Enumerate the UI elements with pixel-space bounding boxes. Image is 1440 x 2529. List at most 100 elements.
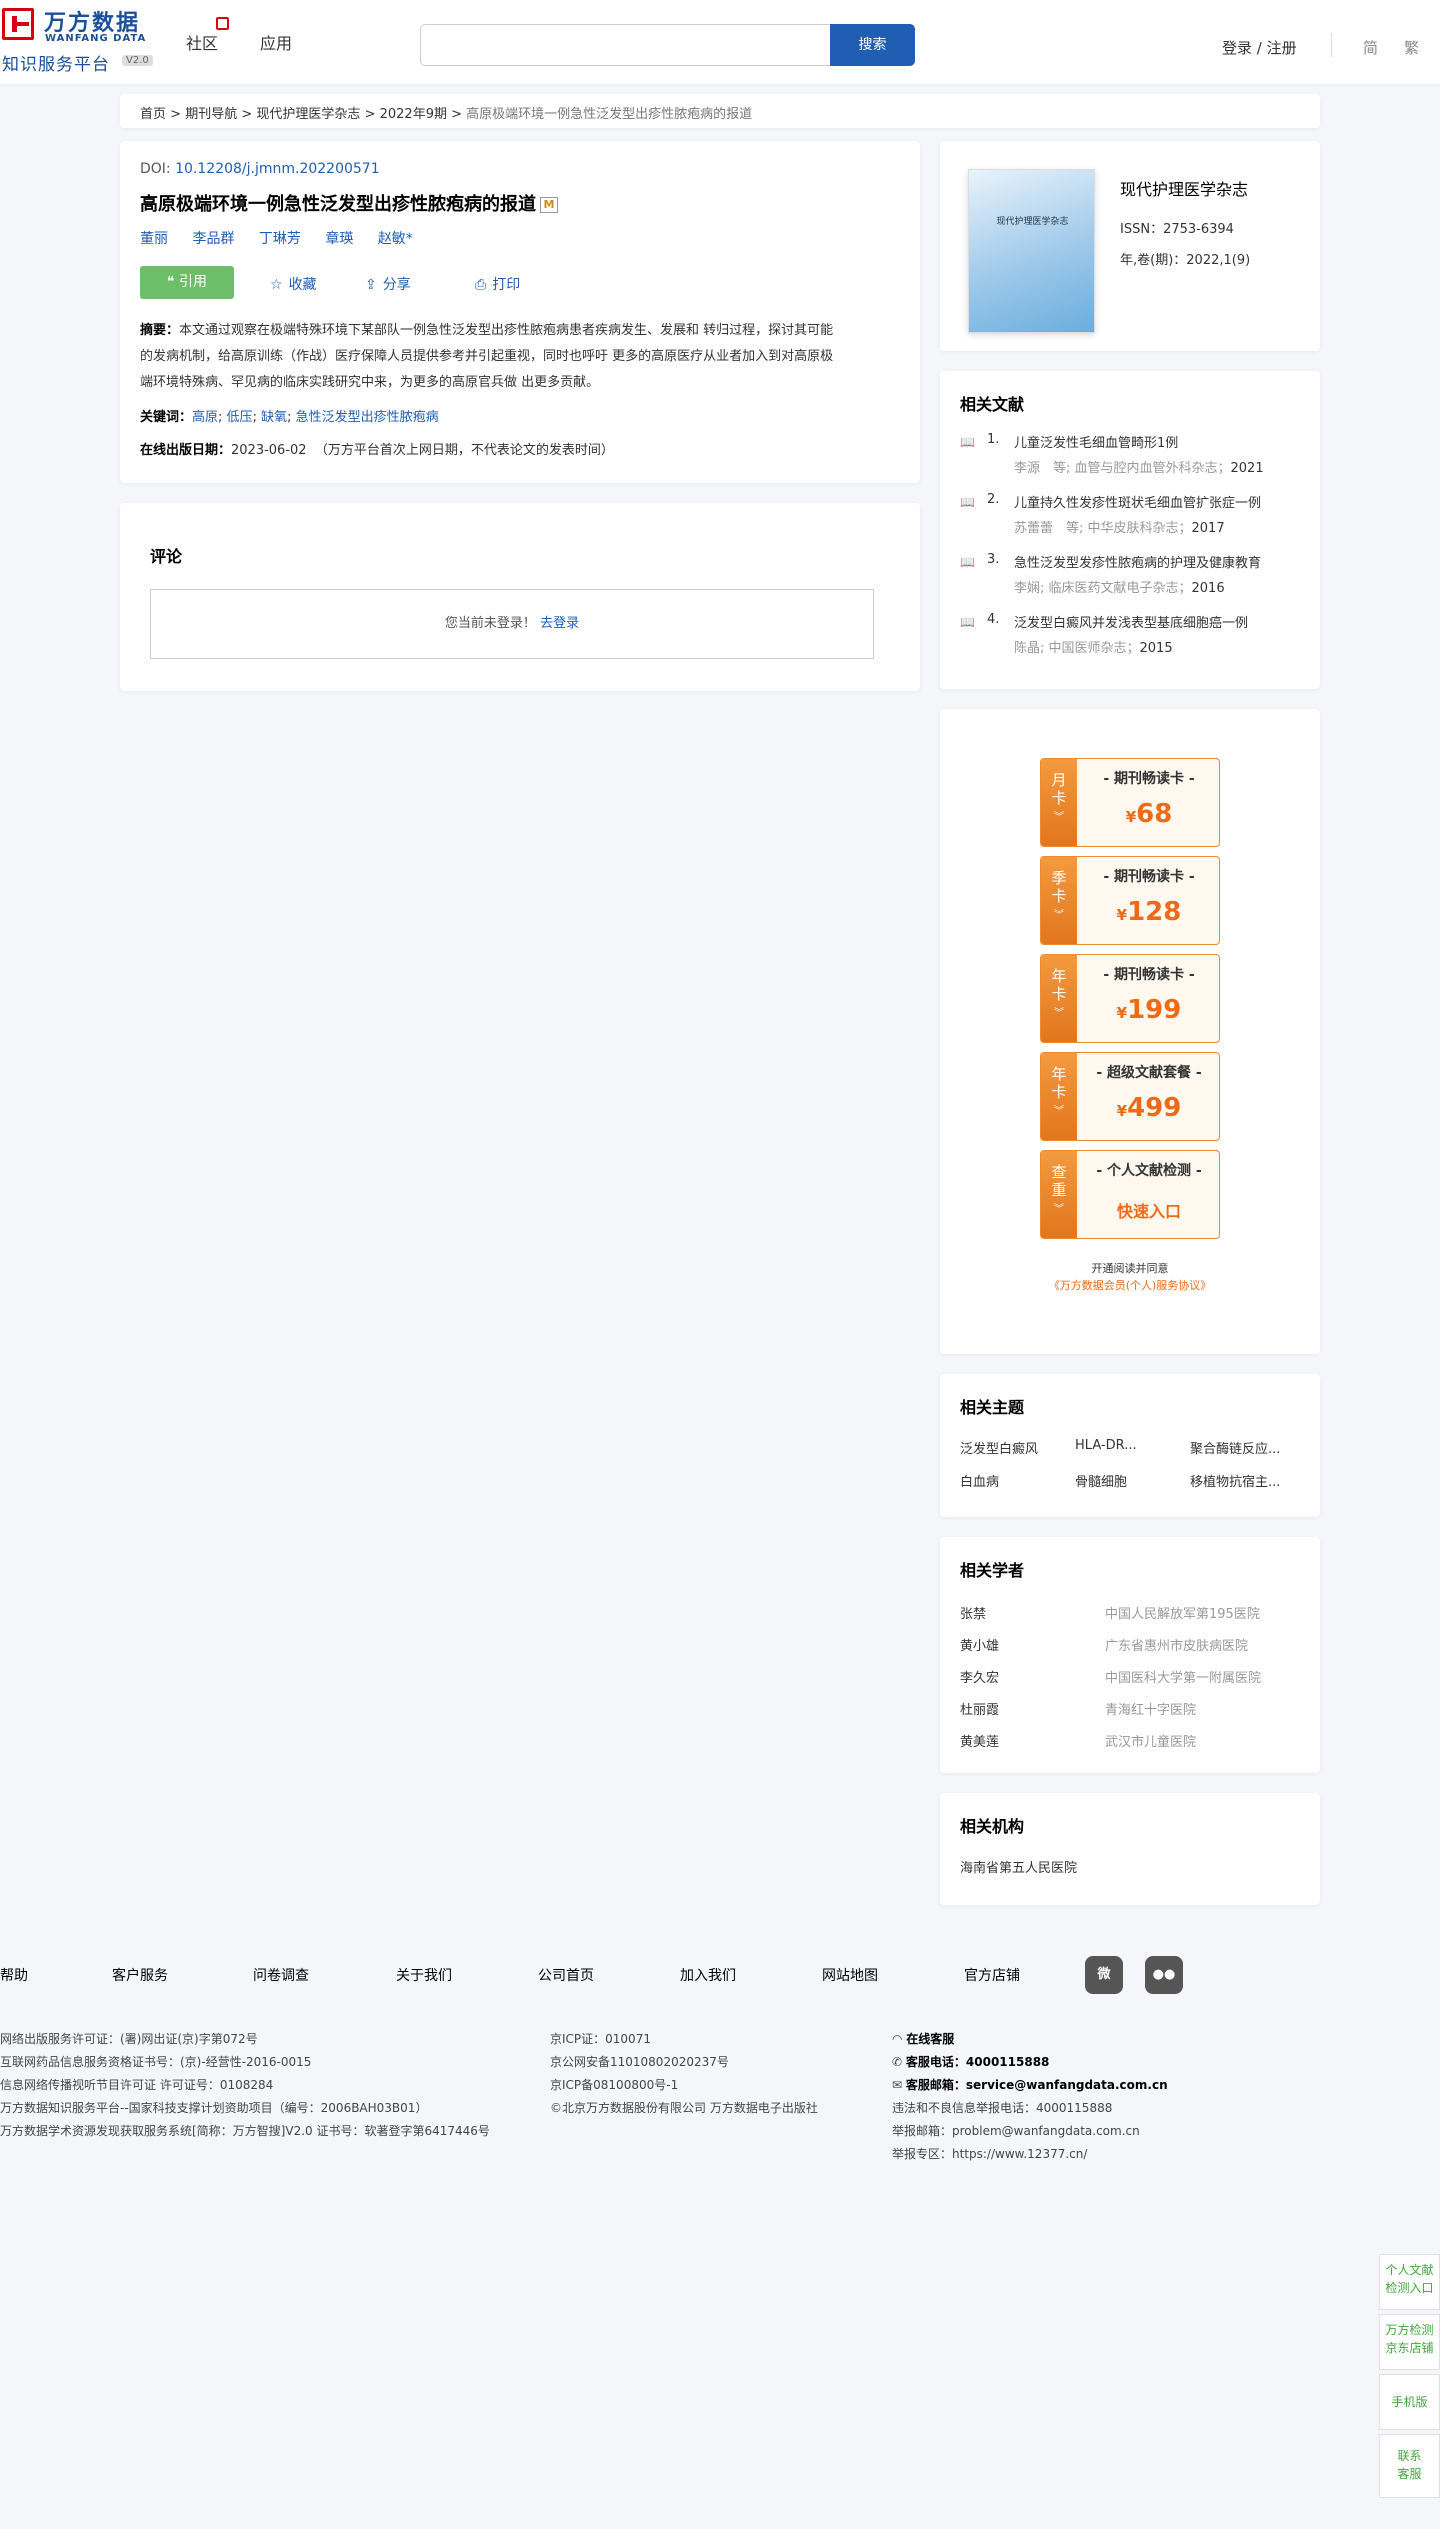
search-input[interactable] <box>420 24 830 66</box>
journal-issn: ISSN：2753-6394 <box>1120 222 1234 237</box>
footer-link-join[interactable]: 加入我们 <box>680 1965 736 1985</box>
footer-link-service[interactable]: 客户服务 <box>112 1965 168 1985</box>
breadcrumb-current: 高原极端环境一例急性泛发型出疹性脓疱病的报道 <box>466 107 753 122</box>
headset-icon: ◠ <box>892 2032 907 2046</box>
publish-date: 在线出版日期：2023-06-02 （万方平台首次上网日期，不代表论文的发表时间… <box>140 443 614 458</box>
author-link[interactable]: 赵敏* <box>378 231 413 247</box>
article-title: 高原极端环境一例急性泛发型出疹性脓疱病的报道 M <box>140 190 900 216</box>
doi-link[interactable]: 10.12208/j.jmnm.202200571 <box>175 161 380 177</box>
breadcrumb-journal[interactable]: 现代护理医学杂志 <box>256 107 360 122</box>
section-title: 相关文献 <box>960 395 1025 414</box>
journal-volume: 年,卷(期)：2022,1(9) <box>1120 253 1251 268</box>
platform-name: 知识服务平台 <box>2 55 110 75</box>
nav-apps[interactable]: 应用 <box>260 30 292 54</box>
breadcrumb-issue[interactable]: 2022年9期 <box>380 107 447 122</box>
footer-link-sitemap[interactable]: 网站地图 <box>822 1965 878 1985</box>
float-jd-store[interactable]: 万方检测 京东店铺 <box>1379 2314 1440 2370</box>
author-list: 董丽 李品群 丁琳芳 章瑛 赵敏* <box>140 228 900 248</box>
doi-line: DOI: 10.12208/j.jmnm.202200571 <box>140 161 380 177</box>
online-service-link[interactable]: ◠ 在线客服 <box>892 2028 1168 2051</box>
journal-cover[interactable]: 现代护理医学杂志 <box>968 169 1095 333</box>
top-header: 万方数据 WANFANG DATA 知识服务平台 V2.0 社区 应用 搜索 登… <box>0 0 1440 84</box>
share-button[interactable]: ⇪ 分享 <box>365 274 411 294</box>
literature-title[interactable]: 泛发型白癜风并发浅表型基底细胞癌一例 <box>1014 612 1248 631</box>
vip-card-monthly[interactable]: 月卡 ︾ - 期刊畅读卡 - ¥68 <box>1040 758 1220 847</box>
literature-title[interactable]: 儿童持久性发疹性斑状毛细血管扩张症一例 <box>1014 492 1261 511</box>
weibo-icon[interactable]: 微 <box>1085 1956 1123 1994</box>
author-link[interactable]: 董丽 <box>140 231 168 247</box>
float-contact-service[interactable]: 联系 客服 <box>1379 2434 1440 2498</box>
keyword-link[interactable]: 缺氧 <box>261 410 287 425</box>
related-literature: 相关文献 📖 1. 儿童泛发性毛细血管畸形1例 李源 等; 血管与腔内血管外科杂… <box>940 371 1320 689</box>
literature-item[interactable]: 📖 3. 急性泛发型发疹性脓疱病的护理及健康教育 李娴; 临床医药文献电子杂志；… <box>960 552 1300 612</box>
topic-link[interactable]: 聚合酶链反应... <box>1190 1438 1305 1457</box>
keyword-link[interactable]: 急性泛发型出疹性脓疱病 <box>296 410 439 425</box>
float-plagiarism-entry[interactable]: 个人文献 检测入口 <box>1379 2254 1440 2310</box>
nav-community[interactable]: 社区 <box>186 30 218 54</box>
related-topics: 相关主题 泛发型白癜风 HLA-DR... 聚合酶链反应... 白血病 骨髓细胞… <box>940 1374 1320 1517</box>
topic-link[interactable]: 白血病 <box>960 1471 1075 1490</box>
abstract: 摘要：本文通过观察在极端特殊环境下某部队一例急性泛发型出疹性脓疱病患者疾病发生、… <box>140 323 834 390</box>
literature-item[interactable]: 📖 2. 儿童持久性发疹性斑状毛细血管扩张症一例 苏蕾蕾 等; 中华皮肤科杂志；… <box>960 492 1300 552</box>
book-icon: 📖 <box>960 555 975 569</box>
institution-link[interactable]: 海南省第五人民医院 <box>960 1857 1300 1876</box>
topic-link[interactable]: HLA-DR... <box>1075 1438 1190 1457</box>
topic-link[interactable]: 骨髓细胞 <box>1075 1471 1190 1490</box>
card-tag: 年卡 ︾ <box>1041 1053 1077 1140</box>
print-button[interactable]: ⎙ 打印 <box>475 274 520 294</box>
scholar-row[interactable]: 杜丽霞 青海红十字医院 <box>960 1699 1300 1731</box>
version-badge: V2.0 <box>122 55 153 66</box>
scholar-row[interactable]: 李久宏 中国医科大学第一附属医院 <box>960 1667 1300 1699</box>
go-login-link[interactable]: 去登录 <box>540 616 579 631</box>
footer: 帮助 客户服务 问卷调查 关于我们 公司首页 加入我们 网站地图 官方店铺 微 … <box>0 1942 1440 2192</box>
article-card: DOI: 10.12208/j.jmnm.202200571 高原极端环境一例急… <box>120 141 920 483</box>
agreement-link[interactable]: 《万方数据会员(个人)服务协议》 <box>1049 1279 1212 1292</box>
journal-card: 现代护理医学杂志 现代护理医学杂志 ISSN：2753-6394 年,卷(期)：… <box>940 141 1320 351</box>
lang-traditional[interactable]: 繁 <box>1404 37 1419 58</box>
section-title: 相关学者 <box>960 1561 1025 1580</box>
chevron-down-icon: ︾ <box>1054 1106 1064 1117</box>
vip-card-yearly[interactable]: 年卡 ︾ - 期刊畅读卡 - ¥199 <box>1040 954 1220 1043</box>
vip-card-plagiarism-check[interactable]: 查重 ︾ - 个人文献检测 - 快速入口 <box>1040 1150 1220 1239</box>
search-button[interactable]: 搜索 <box>830 24 915 66</box>
quote-icon: ❝ <box>167 274 179 290</box>
topic-link[interactable]: 泛发型白癜风 <box>960 1438 1075 1457</box>
login-register-link[interactable]: 登录 / 注册 <box>1222 37 1297 58</box>
breadcrumb: 首页 > 期刊导航 > 现代护理医学杂志 > 2022年9期 > 高原极端环境一… <box>120 94 1320 128</box>
book-icon: 📖 <box>960 495 975 509</box>
favorite-button[interactable]: ☆ 收藏 <box>270 274 317 294</box>
literature-item[interactable]: 📖 1. 儿童泛发性毛细血管畸形1例 李源 等; 血管与腔内血管外科杂志；202… <box>960 432 1300 492</box>
footer-link-help[interactable]: 帮助 <box>0 1965 28 1985</box>
keyword-link[interactable]: 高原 <box>192 410 218 425</box>
book-icon: 📖 <box>960 615 975 629</box>
chevron-down-icon: ︾ <box>1054 812 1064 823</box>
author-link[interactable]: 李品群 <box>192 231 234 247</box>
cite-button[interactable]: ❝ 引用 <box>140 266 234 299</box>
topic-link[interactable]: 移植物抗宿主... <box>1190 1471 1305 1490</box>
vip-card-super-package[interactable]: 年卡 ︾ - 超级文献套餐 - ¥499 <box>1040 1052 1220 1141</box>
footer-link-survey[interactable]: 问卷调查 <box>253 1965 309 1985</box>
chevron-down-icon: ︾ <box>1054 910 1064 921</box>
lang-simplified[interactable]: 简 <box>1363 37 1378 58</box>
breadcrumb-home[interactable]: 首页 <box>140 107 166 122</box>
wanfang-logo-icon[interactable] <box>2 8 34 40</box>
related-institutions: 相关机构 海南省第五人民医院 <box>940 1793 1320 1905</box>
scholar-row[interactable]: 张禁 中国人民解放军第195医院 <box>960 1603 1300 1635</box>
author-link[interactable]: 丁琳芳 <box>259 231 301 247</box>
footer-link-home[interactable]: 公司首页 <box>538 1965 594 1985</box>
scholar-row[interactable]: 黄美莲 武汉市儿童医院 <box>960 1731 1300 1763</box>
author-link[interactable]: 章瑛 <box>325 231 353 247</box>
literature-title[interactable]: 儿童泛发性毛细血管畸形1例 <box>1014 432 1178 451</box>
literature-title[interactable]: 急性泛发型发疹性脓疱病的护理及健康教育 <box>1014 552 1261 571</box>
footer-link-store[interactable]: 官方店铺 <box>964 1965 1020 1985</box>
vip-card-quarterly[interactable]: 季卡 ︾ - 期刊畅读卡 - ¥128 <box>1040 856 1220 945</box>
footer-link-about[interactable]: 关于我们 <box>396 1965 452 1985</box>
journal-name[interactable]: 现代护理医学杂志 <box>1120 176 1250 200</box>
float-mobile[interactable]: 手机版 <box>1379 2374 1440 2430</box>
keyword-link[interactable]: 低压 <box>227 410 253 425</box>
breadcrumb-journal-nav[interactable]: 期刊导航 <box>185 107 237 122</box>
footer-icp-col: 京ICP证：010071 京公网安备11010802020237号 京ICP备0… <box>550 2032 818 2115</box>
scholar-row[interactable]: 黄小雄 广东省惠州市皮肤病医院 <box>960 1635 1300 1667</box>
literature-item[interactable]: 📖 4. 泛发型白癜风并发浅表型基底细胞癌一例 陈晶; 中国医师杂志；2015 <box>960 612 1300 672</box>
wechat-icon[interactable]: ●● <box>1145 1956 1183 1994</box>
